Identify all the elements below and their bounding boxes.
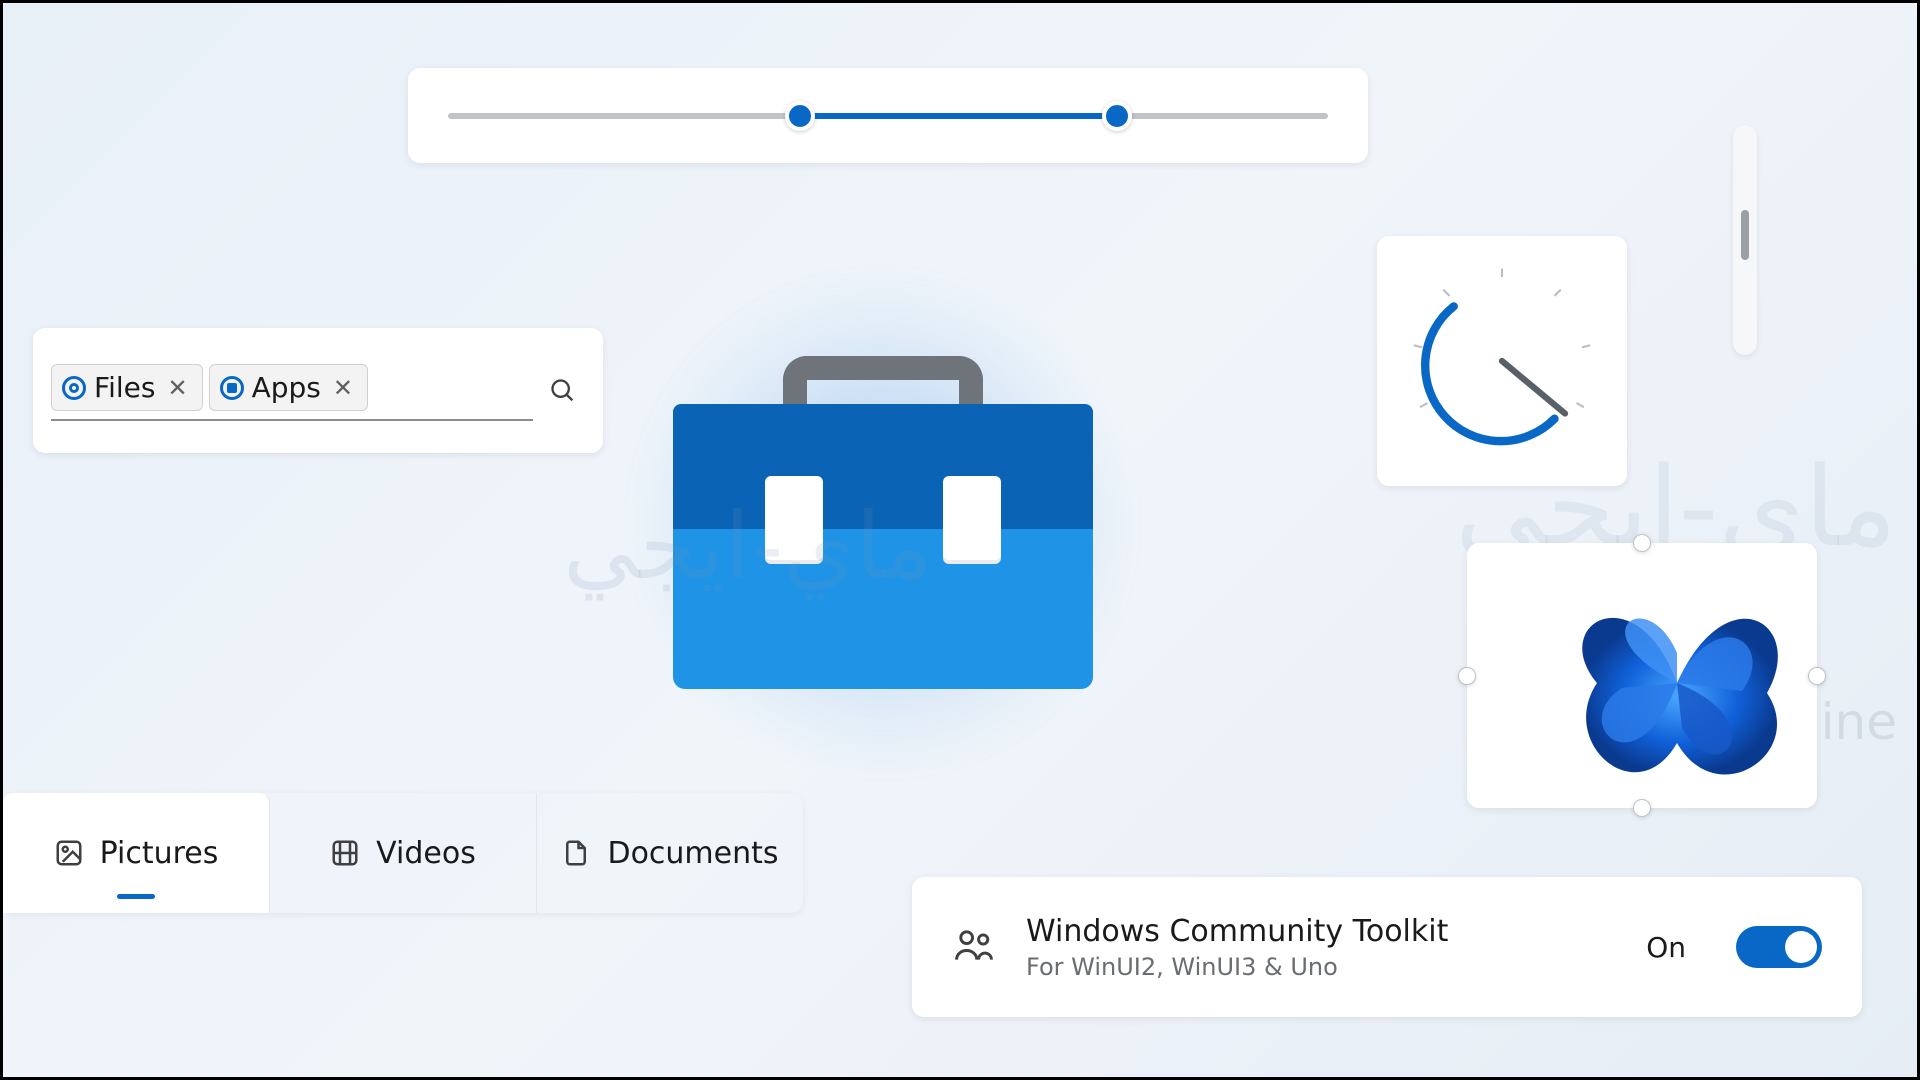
chip-remove-icon[interactable]: ✕ xyxy=(163,374,191,402)
bloom-graphic xyxy=(1537,553,1817,798)
image-crop-card xyxy=(1467,543,1817,808)
tab-label: Pictures xyxy=(100,836,219,871)
toggle-title: Windows Community Toolkit xyxy=(1026,914,1616,949)
tab-documents[interactable]: Documents xyxy=(537,793,803,913)
chip-input[interactable]: Files ✕ Apps ✕ xyxy=(51,361,533,421)
radial-gauge[interactable] xyxy=(1397,256,1607,466)
scrollbar[interactable] xyxy=(1733,125,1757,355)
filter-chips-card: Files ✕ Apps ✕ xyxy=(33,328,603,453)
toggle-text: Windows Community Toolkit For WinUI2, Wi… xyxy=(1026,914,1616,981)
range-track[interactable] xyxy=(448,113,1328,119)
scrollbar-thumb[interactable] xyxy=(1741,210,1749,260)
range-thumb-low[interactable] xyxy=(785,101,815,131)
toggle-switch[interactable] xyxy=(1736,926,1822,968)
tab-videos[interactable]: Videos xyxy=(270,793,537,913)
radio-icon xyxy=(62,376,86,400)
radial-gauge-card xyxy=(1377,236,1627,486)
image-icon xyxy=(54,838,84,868)
chip-apps[interactable]: Apps ✕ xyxy=(209,364,368,411)
chip-label: Apps xyxy=(252,371,321,404)
toggle-state-label: On xyxy=(1646,931,1686,964)
crop-handle-top[interactable] xyxy=(1633,534,1651,552)
tab-label: Videos xyxy=(376,836,476,871)
chip-remove-icon[interactable]: ✕ xyxy=(329,374,357,402)
tab-pictures[interactable]: Pictures xyxy=(3,793,270,913)
chip-files[interactable]: Files ✕ xyxy=(51,364,203,411)
toolbox-hero xyxy=(603,263,1163,783)
tab-label: Documents xyxy=(607,836,778,871)
search-button[interactable] xyxy=(541,369,585,413)
toggle-subtitle: For WinUI2, WinUI3 & Uno xyxy=(1026,953,1616,981)
toolbox-icon xyxy=(673,356,1093,691)
range-slider-card xyxy=(408,68,1368,163)
switch-knob xyxy=(1785,931,1817,963)
crop-handle-bottom[interactable] xyxy=(1633,799,1651,817)
document-icon xyxy=(561,838,591,868)
tabs-card: Pictures Videos Documents xyxy=(3,793,803,913)
crop-handle-left[interactable] xyxy=(1458,667,1476,685)
people-icon xyxy=(952,923,996,971)
chip-label: Files xyxy=(94,371,155,404)
range-thumb-high[interactable] xyxy=(1102,101,1132,131)
video-icon xyxy=(330,838,360,868)
crop-handle-right[interactable] xyxy=(1808,667,1826,685)
range-fill xyxy=(800,113,1117,119)
search-icon xyxy=(549,377,577,405)
square-icon xyxy=(220,376,244,400)
settings-toggle-card: Windows Community Toolkit For WinUI2, Wi… xyxy=(912,877,1862,1017)
